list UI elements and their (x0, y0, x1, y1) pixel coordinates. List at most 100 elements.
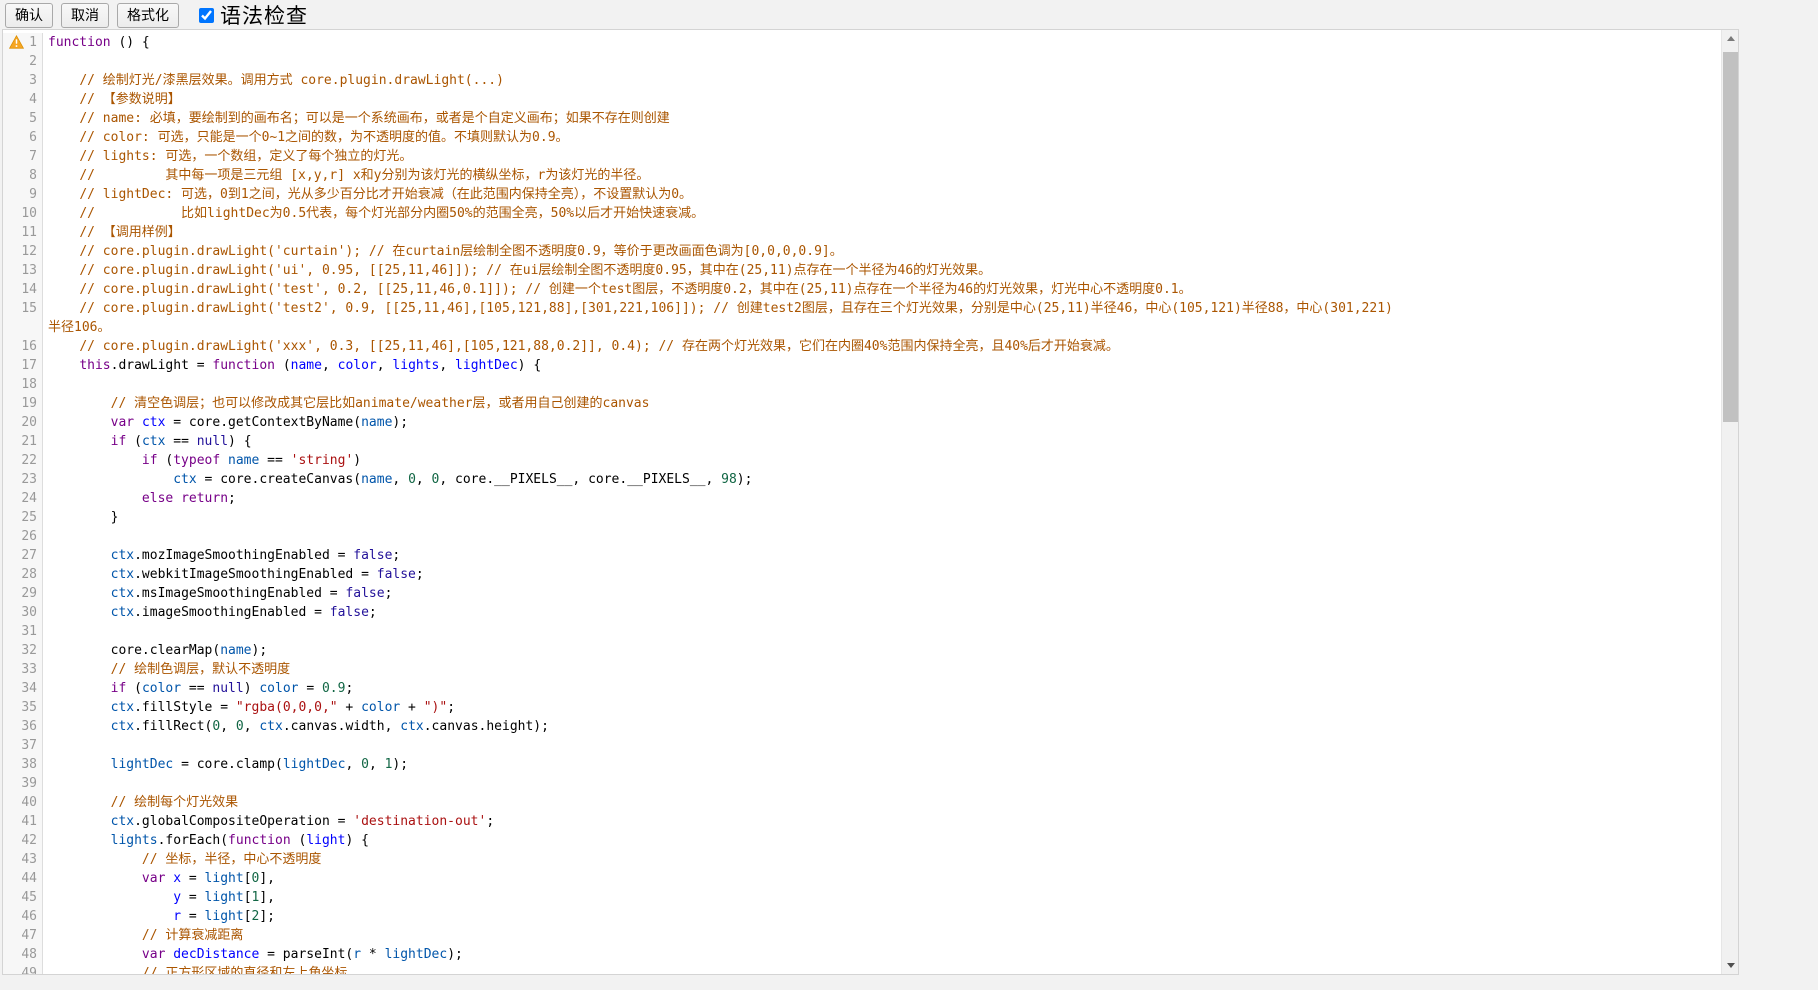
code-line: var decDistance = parseInt(r * lightDec)… (43, 945, 1721, 964)
code-line-row: 43 // 坐标，半径，中心不透明度 (3, 850, 1721, 869)
code-line (43, 527, 1721, 546)
code-line: var ctx = core.getContextByName(name); (43, 413, 1721, 432)
code-line: // core.plugin.drawLight('test2', 0.9, [… (43, 299, 1721, 337)
code-line: // 清空色调层；也可以修改成其它层比如animate/weather层，或者用… (43, 394, 1721, 413)
code-line-row: 5 // name: 必填，要绘制到的画布名；可以是一个系统画布，或者是个自定义… (3, 109, 1721, 128)
code-line-row: 35 ctx.fillStyle = "rgba(0,0,0," + color… (3, 698, 1721, 717)
confirm-button[interactable]: 确认 (5, 3, 53, 28)
line-number: 41 (3, 812, 43, 831)
line-number: 13 (3, 261, 43, 280)
code-line: if (color == null) color = 0.9; (43, 679, 1721, 698)
code-line-row: 23 ctx = core.createCanvas(name, 0, 0, c… (3, 470, 1721, 489)
line-number: 48 (3, 945, 43, 964)
code-lines-container: 1function () {23 // 绘制灯光/漆黑层效果。调用方式 core… (3, 30, 1721, 974)
line-number: 37 (3, 736, 43, 755)
line-number: 10 (3, 204, 43, 223)
code-line-row: 12 // core.plugin.drawLight('curtain'); … (3, 242, 1721, 261)
code-line-row: 13 // core.plugin.drawLight('ui', 0.95, … (3, 261, 1721, 280)
code-scroll-area[interactable]: 1function () {23 // 绘制灯光/漆黑层效果。调用方式 core… (3, 30, 1721, 974)
code-line: // 其中每一项是三元组 [x,y,r] x和y分别为该灯光的横纵坐标，r为该灯… (43, 166, 1721, 185)
line-number: 33 (3, 660, 43, 679)
code-line-row: 38 lightDec = core.clamp(lightDec, 0, 1)… (3, 755, 1721, 774)
code-line-row: 4 // 【参数说明】 (3, 90, 1721, 109)
lint-warning-icon[interactable] (9, 35, 24, 49)
line-number: 47 (3, 926, 43, 945)
code-line: ctx.webkitImageSmoothingEnabled = false; (43, 565, 1721, 584)
line-number: 39 (3, 774, 43, 793)
code-line: // 绘制每个灯光效果 (43, 793, 1721, 812)
code-line: // 坐标，半径，中心不透明度 (43, 850, 1721, 869)
code-line (43, 375, 1721, 394)
scrollbar-thumb[interactable] (1723, 52, 1738, 422)
code-line-row: 2 (3, 52, 1721, 71)
code-line-row: 22 if (typeof name == 'string') (3, 451, 1721, 470)
code-line-row: 15 // core.plugin.drawLight('test2', 0.9… (3, 299, 1721, 337)
code-line-row: 21 if (ctx == null) { (3, 432, 1721, 451)
line-number: 23 (3, 470, 43, 489)
code-line: y = light[1], (43, 888, 1721, 907)
line-number: 14 (3, 280, 43, 299)
line-number: 5 (3, 109, 43, 128)
scroll-up-icon (1727, 36, 1735, 41)
code-line-row: 17 this.drawLight = function (name, colo… (3, 356, 1721, 375)
code-line-row: 9 // lightDec: 可选，0到1之间，光从多少百分比才开始衰减（在此范… (3, 185, 1721, 204)
vertical-scrollbar[interactable] (1721, 30, 1738, 974)
line-number: 17 (3, 356, 43, 375)
code-line-row: 44 var x = light[0], (3, 869, 1721, 888)
code-line: r = light[2]; (43, 907, 1721, 926)
scroll-down-button[interactable] (1722, 957, 1739, 974)
code-line: else return; (43, 489, 1721, 508)
code-line-row: 6 // color: 可选，只能是一个0~1之间的数，为不透明度的值。不填则默… (3, 128, 1721, 147)
code-line-row: 49 // 正方形区域的直径和左上角坐标 (3, 964, 1721, 974)
line-number: 24 (3, 489, 43, 508)
code-line-row: 42 lights.forEach(function (light) { (3, 831, 1721, 850)
line-number: 11 (3, 223, 43, 242)
code-editor[interactable]: 1function () {23 // 绘制灯光/漆黑层效果。调用方式 core… (2, 29, 1739, 975)
syntax-check-checkbox[interactable] (199, 8, 214, 23)
line-number: 42 (3, 831, 43, 850)
scroll-up-button[interactable] (1722, 30, 1739, 47)
code-line-row: 11 // 【调用样例】 (3, 223, 1721, 242)
code-line-row: 40 // 绘制每个灯光效果 (3, 793, 1721, 812)
code-line-row: 28 ctx.webkitImageSmoothingEnabled = fal… (3, 565, 1721, 584)
code-line: // core.plugin.drawLight('ui', 0.95, [[2… (43, 261, 1721, 280)
code-line: // name: 必填，要绘制到的画布名；可以是一个系统画布，或者是个自定义画布… (43, 109, 1721, 128)
code-line-row: 46 r = light[2]; (3, 907, 1721, 926)
line-number: 26 (3, 527, 43, 546)
line-number: 31 (3, 622, 43, 641)
line-number: 36 (3, 717, 43, 736)
line-number: 4 (3, 90, 43, 109)
code-line: ctx.mozImageSmoothingEnabled = false; (43, 546, 1721, 565)
code-line: // 正方形区域的直径和左上角坐标 (43, 964, 1721, 974)
code-line: ctx.fillStyle = "rgba(0,0,0," + color + … (43, 698, 1721, 717)
code-line-row: 32 core.clearMap(name); (3, 641, 1721, 660)
line-number: 18 (3, 375, 43, 394)
code-line-row: 1function () { (3, 33, 1721, 52)
line-number: 9 (3, 185, 43, 204)
code-line-row: 10 // 比如lightDec为0.5代表，每个灯光部分内圈50%的范围全亮，… (3, 204, 1721, 223)
line-number: 45 (3, 888, 43, 907)
code-line: ctx.fillRect(0, 0, ctx.canvas.width, ctx… (43, 717, 1721, 736)
code-line: // 绘制色调层，默认不透明度 (43, 660, 1721, 679)
code-line: // color: 可选，只能是一个0~1之间的数，为不透明度的值。不填则默认为… (43, 128, 1721, 147)
code-line: // lights: 可选，一个数组，定义了每个独立的灯光。 (43, 147, 1721, 166)
code-line-row: 27 ctx.mozImageSmoothingEnabled = false; (3, 546, 1721, 565)
code-line: // core.plugin.drawLight('xxx', 0.3, [[2… (43, 337, 1721, 356)
code-line: // lightDec: 可选，0到1之间，光从多少百分比才开始衰减（在此范围内… (43, 185, 1721, 204)
code-line-row: 36 ctx.fillRect(0, 0, ctx.canvas.width, … (3, 717, 1721, 736)
code-line-row: 20 var ctx = core.getContextByName(name)… (3, 413, 1721, 432)
cancel-button[interactable]: 取消 (61, 3, 109, 28)
format-button[interactable]: 格式化 (117, 3, 179, 28)
line-number: 16 (3, 337, 43, 356)
line-number: 21 (3, 432, 43, 451)
code-line-row: 25 } (3, 508, 1721, 527)
code-line: // 【调用样例】 (43, 223, 1721, 242)
line-number: 3 (3, 71, 43, 90)
line-number: 22 (3, 451, 43, 470)
line-number: 8 (3, 166, 43, 185)
line-number: 1 (3, 33, 43, 52)
code-line: // 比如lightDec为0.5代表，每个灯光部分内圈50%的范围全亮，50%… (43, 204, 1721, 223)
code-line-row: 41 ctx.globalCompositeOperation = 'desti… (3, 812, 1721, 831)
line-number: 30 (3, 603, 43, 622)
code-line: lightDec = core.clamp(lightDec, 0, 1); (43, 755, 1721, 774)
